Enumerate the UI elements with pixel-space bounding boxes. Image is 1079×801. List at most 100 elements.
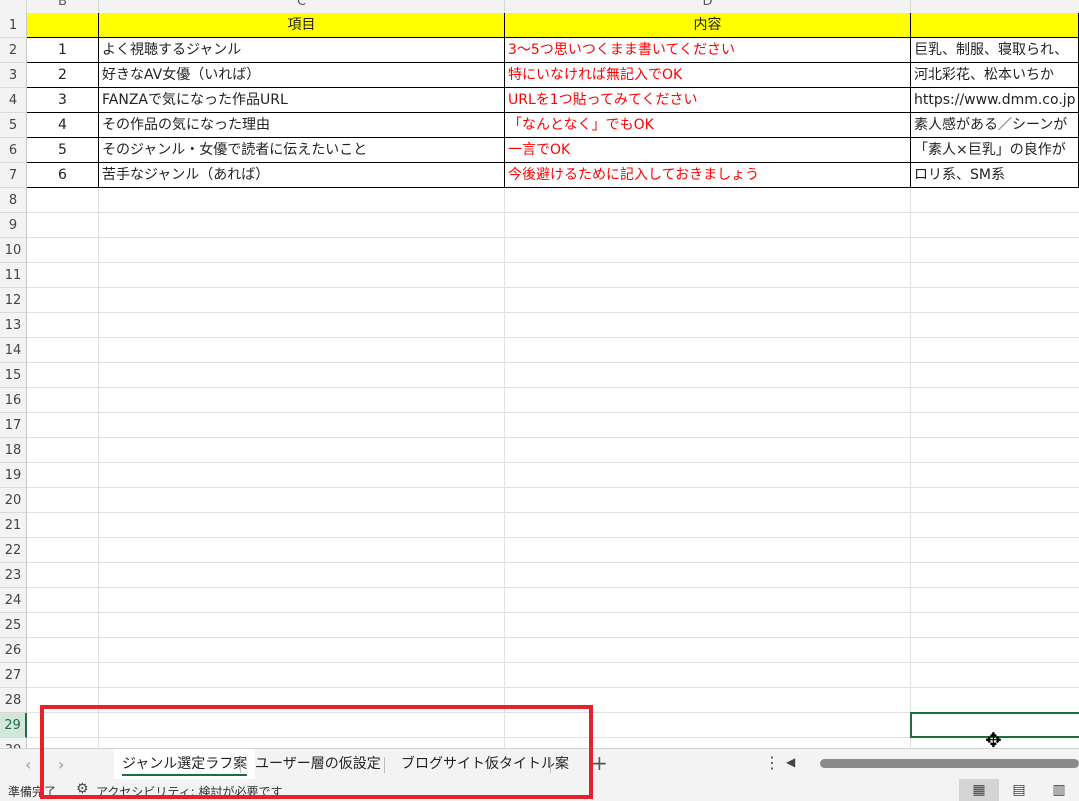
cell[interactable] — [505, 413, 911, 438]
number-cell[interactable]: 5 — [27, 138, 99, 163]
row-header[interactable]: 6 — [0, 138, 27, 163]
row-header[interactable]: 3 — [0, 63, 27, 88]
header-cell-item[interactable]: 項目 — [99, 13, 505, 38]
header-cell-example[interactable] — [911, 13, 1079, 38]
cell[interactable] — [99, 613, 505, 638]
cell[interactable] — [27, 613, 99, 638]
cell[interactable] — [99, 363, 505, 388]
example-cell[interactable]: 素人感がある／シーンが — [911, 113, 1079, 138]
cell[interactable] — [505, 288, 911, 313]
cell[interactable] — [505, 588, 911, 613]
cell[interactable] — [505, 238, 911, 263]
cell[interactable] — [27, 288, 99, 313]
cell[interactable] — [99, 213, 505, 238]
example-cell[interactable]: https://www.dmm.co.jp — [911, 88, 1079, 113]
row-header[interactable]: 4 — [0, 88, 27, 113]
instruction-cell[interactable]: 一言でOK — [505, 138, 911, 163]
cell[interactable] — [27, 663, 99, 688]
cell[interactable] — [505, 538, 911, 563]
row-header[interactable]: 20 — [0, 488, 27, 513]
cell[interactable] — [27, 438, 99, 463]
row-header[interactable]: 21 — [0, 513, 27, 538]
column-header-d[interactable]: D — [505, 0, 911, 13]
cell[interactable] — [99, 438, 505, 463]
instruction-cell[interactable]: URLを1つ貼ってみてください — [505, 88, 911, 113]
cell[interactable] — [911, 538, 1079, 563]
item-cell[interactable]: よく視聴するジャンル — [99, 38, 505, 63]
sheet-tab-genre-draft[interactable]: ジャンル選定ラフ案 — [114, 749, 256, 779]
item-cell[interactable]: 苦手なジャンル（あれば） — [99, 163, 505, 188]
row-header[interactable]: 17 — [0, 413, 27, 438]
column-header-e[interactable] — [911, 0, 1079, 13]
cell[interactable] — [505, 313, 911, 338]
number-cell[interactable]: 4 — [27, 113, 99, 138]
cell[interactable] — [99, 488, 505, 513]
example-cell[interactable]: 「素人×巨乳」の良作が — [911, 138, 1079, 163]
cell[interactable] — [505, 188, 911, 213]
cell[interactable] — [27, 638, 99, 663]
cell[interactable] — [27, 188, 99, 213]
cell[interactable] — [505, 463, 911, 488]
cell[interactable] — [911, 688, 1079, 713]
cell[interactable] — [99, 288, 505, 313]
cell[interactable] — [911, 288, 1079, 313]
row-header[interactable]: 19 — [0, 463, 27, 488]
row-header[interactable]: 14 — [0, 338, 27, 363]
cell[interactable] — [911, 588, 1079, 613]
row-header[interactable]: 9 — [0, 213, 27, 238]
row-header-active[interactable]: 29 — [0, 713, 27, 738]
cell[interactable] — [911, 263, 1079, 288]
header-cell-content[interactable]: 内容 — [505, 13, 911, 38]
cell[interactable] — [27, 263, 99, 288]
cell[interactable] — [911, 213, 1079, 238]
row-header[interactable]: 5 — [0, 113, 27, 138]
number-cell[interactable]: 3 — [27, 88, 99, 113]
cell[interactable] — [505, 338, 911, 363]
cell[interactable] — [911, 388, 1079, 413]
row-header[interactable]: 11 — [0, 263, 27, 288]
example-cell[interactable]: 河北彩花、松本いちか — [911, 63, 1079, 88]
accessibility-icon[interactable]: ⚙ — [76, 781, 89, 797]
scroll-left-icon[interactable]: ◀ — [786, 755, 795, 769]
cell[interactable] — [505, 488, 911, 513]
item-cell[interactable]: その作品の気になった理由 — [99, 113, 505, 138]
column-header-b[interactable]: B — [27, 0, 99, 13]
cell[interactable] — [911, 438, 1079, 463]
add-sheet-button[interactable]: + — [591, 751, 608, 775]
cell[interactable] — [505, 663, 911, 688]
prev-sheet-icon[interactable]: ‹ — [25, 755, 31, 774]
more-options-icon[interactable]: ⋮ — [764, 753, 780, 772]
cell[interactable] — [99, 188, 505, 213]
next-sheet-icon[interactable]: › — [58, 755, 64, 774]
row-header[interactable]: 30 — [0, 738, 27, 748]
cell[interactable] — [99, 238, 505, 263]
cell[interactable] — [505, 713, 911, 738]
cell[interactable] — [27, 313, 99, 338]
accessibility-status[interactable]: アクセシビリティ: 検討が必要です — [96, 783, 283, 800]
row-header[interactable]: 16 — [0, 388, 27, 413]
cell[interactable] — [27, 213, 99, 238]
cell[interactable] — [27, 538, 99, 563]
row-header[interactable]: 26 — [0, 638, 27, 663]
cell[interactable] — [505, 388, 911, 413]
cell[interactable] — [911, 463, 1079, 488]
cell[interactable] — [911, 363, 1079, 388]
instruction-cell[interactable]: 「なんとなく」でもOK — [505, 113, 911, 138]
cell[interactable] — [505, 213, 911, 238]
cell[interactable] — [505, 363, 911, 388]
cell[interactable] — [505, 688, 911, 713]
row-header[interactable]: 28 — [0, 688, 27, 713]
number-cell[interactable]: 2 — [27, 63, 99, 88]
cell[interactable] — [505, 513, 911, 538]
sheet-tab-blog-title[interactable]: ブログサイト仮タイトル案 — [401, 749, 569, 779]
cell[interactable] — [27, 238, 99, 263]
sheet-tab-user-segment[interactable]: ユーザー層の仮設定 — [255, 749, 381, 779]
cell[interactable] — [505, 613, 911, 638]
cell[interactable] — [911, 188, 1079, 213]
cell[interactable] — [911, 488, 1079, 513]
instruction-cell[interactable]: 特にいなければ無記入でOK — [505, 63, 911, 88]
cell[interactable] — [99, 663, 505, 688]
example-cell[interactable]: ロリ系、SM系 — [911, 163, 1079, 188]
cell[interactable] — [911, 413, 1079, 438]
cell[interactable] — [99, 263, 505, 288]
